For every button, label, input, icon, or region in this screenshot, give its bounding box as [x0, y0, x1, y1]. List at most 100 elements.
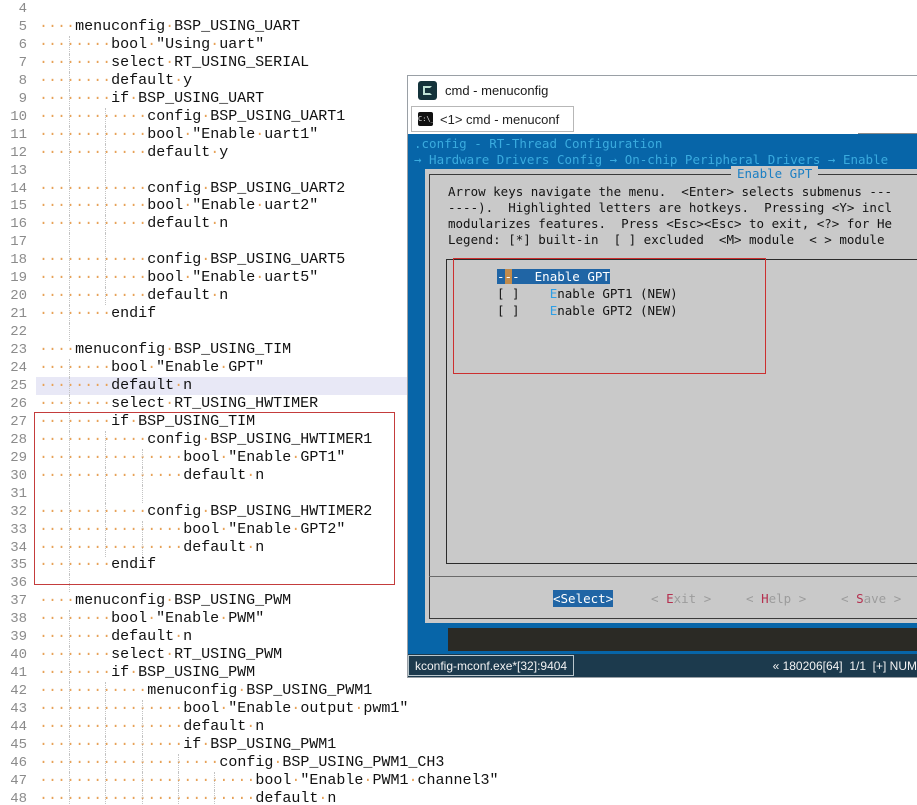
- line-number: 19: [0, 269, 36, 287]
- line-number: 36: [0, 574, 36, 592]
- code-line[interactable]: 5····menuconfig·BSP_USING_UART: [0, 18, 917, 36]
- line-number: 8: [0, 72, 36, 90]
- indent-guide: [69, 126, 70, 144]
- window-title: cmd - menuconfig: [445, 83, 548, 98]
- window-titlebar[interactable]: cmd - menuconfig: [408, 76, 917, 105]
- indent-guide: [69, 323, 70, 341]
- dialog-help-line: ----). Highlighted letters are hotkeys. …: [448, 200, 892, 216]
- line-number: 10: [0, 108, 36, 126]
- code-text: ························bool·"Enable·PWM…: [36, 772, 917, 790]
- indent-guide: [69, 610, 70, 628]
- indent-guide: [142, 718, 143, 736]
- indent-guide: [142, 700, 143, 718]
- indent-guide: [105, 287, 106, 305]
- indent-guide: [69, 664, 70, 682]
- indent-guide: [105, 126, 106, 144]
- code-line[interactable]: 6········bool·"Using·uart": [0, 36, 917, 54]
- line-number: 37: [0, 592, 36, 610]
- line-number: 15: [0, 197, 36, 215]
- indent-guide: [105, 108, 106, 126]
- console-area: .config - RT-Thread Configuration → Hard…: [408, 134, 917, 656]
- line-number: 47: [0, 772, 36, 790]
- tab-bar: C:\_ <1> cmd - menuconf: [408, 105, 917, 134]
- line-number: 34: [0, 539, 36, 557]
- indent-guide: [105, 233, 106, 251]
- save-button[interactable]: < Save >: [841, 590, 901, 607]
- status-bar: kconfig-mconf.exe*[32]:9404 « 180206[64]…: [408, 654, 917, 677]
- line-number: 20: [0, 287, 36, 305]
- line-number: 17: [0, 233, 36, 251]
- indent-guide: [69, 700, 70, 718]
- line-number: 28: [0, 431, 36, 449]
- line-number: 23: [0, 341, 36, 359]
- indent-guide: [69, 233, 70, 251]
- indent-guide: [69, 682, 70, 700]
- dialog-help-line: modularizes features. Press <Esc><Esc> t…: [448, 216, 892, 232]
- tab-label: <1> cmd - menuconf: [440, 112, 559, 127]
- code-text: ····menuconfig·BSP_USING_UART: [36, 18, 917, 36]
- code-line[interactable]: 47························bool·"Enable·P…: [0, 772, 917, 790]
- line-number: 12: [0, 144, 36, 162]
- indent-guide: [142, 772, 143, 790]
- indent-guide: [69, 162, 70, 180]
- indent-guide: [105, 197, 106, 215]
- line-number: 14: [0, 180, 36, 198]
- indent-guide: [69, 754, 70, 772]
- line-number: 35: [0, 556, 36, 574]
- dialog-help-line: Arrow keys navigate the menu. <Enter> se…: [448, 184, 892, 200]
- menuconfig-dialog: Enable GPT Arrow keys navigate the menu.…: [425, 169, 917, 623]
- indent-guide: [69, 772, 70, 790]
- line-number: 31: [0, 485, 36, 503]
- console-annotation-box: [453, 258, 766, 374]
- dialog-title: Enable GPT: [731, 166, 818, 182]
- indent-guide: [178, 790, 179, 805]
- indent-guide: [69, 395, 70, 413]
- line-number: 22: [0, 323, 36, 341]
- line-number: 45: [0, 736, 36, 754]
- code-line[interactable]: 44················default·n: [0, 718, 917, 736]
- dialog-shadow: [448, 628, 917, 651]
- indent-guide: [69, 54, 70, 72]
- line-number: 32: [0, 503, 36, 521]
- line-number: 43: [0, 700, 36, 718]
- conemu-icon: [418, 81, 437, 100]
- indent-guide: [69, 36, 70, 54]
- code-line[interactable]: 7········select·RT_USING_SERIAL: [0, 54, 917, 72]
- line-number: 6: [0, 36, 36, 54]
- indent-guide: [69, 108, 70, 126]
- code-line[interactable]: 4: [0, 0, 917, 18]
- indent-guide: [69, 718, 70, 736]
- code-line[interactable]: 46····················config·BSP_USING_P…: [0, 754, 917, 772]
- indent-guide: [69, 736, 70, 754]
- code-line[interactable]: 42············menuconfig·BSP_USING_PWM1: [0, 682, 917, 700]
- code-line[interactable]: 45················if·BSP_USING_PWM1: [0, 736, 917, 754]
- line-number: 7: [0, 54, 36, 72]
- indent-guide: [214, 772, 215, 790]
- code-text: ············menuconfig·BSP_USING_PWM1: [36, 682, 917, 700]
- help-button[interactable]: < Help >: [746, 590, 806, 607]
- status-info: « 180206[64] 1/1 [+] NUM: [773, 659, 917, 673]
- code-line[interactable]: 43················bool·"Enable·output·pw…: [0, 700, 917, 718]
- code-text: ····················config·BSP_USING_PWM…: [36, 754, 917, 772]
- indent-guide: [69, 144, 70, 162]
- indent-guide: [69, 377, 70, 395]
- line-number: 38: [0, 610, 36, 628]
- indent-guide: [69, 359, 70, 377]
- indent-guide: [142, 736, 143, 754]
- indent-guide: [105, 700, 106, 718]
- exit-button[interactable]: < Exit >: [651, 590, 711, 607]
- line-number: 16: [0, 215, 36, 233]
- line-number: 33: [0, 521, 36, 539]
- line-number: 5: [0, 18, 36, 36]
- line-number: 18: [0, 251, 36, 269]
- code-text: ················default·n: [36, 718, 917, 736]
- line-number: 13: [0, 162, 36, 180]
- code-line[interactable]: 48························default·n: [0, 790, 917, 805]
- line-number: 30: [0, 467, 36, 485]
- select-button[interactable]: <Select>: [553, 590, 613, 607]
- indent-guide: [69, 215, 70, 233]
- indent-guide: [105, 772, 106, 790]
- console-tab[interactable]: C:\_ <1> cmd - menuconf: [411, 106, 574, 132]
- code-text: ········select·RT_USING_SERIAL: [36, 54, 917, 72]
- indent-guide: [69, 287, 70, 305]
